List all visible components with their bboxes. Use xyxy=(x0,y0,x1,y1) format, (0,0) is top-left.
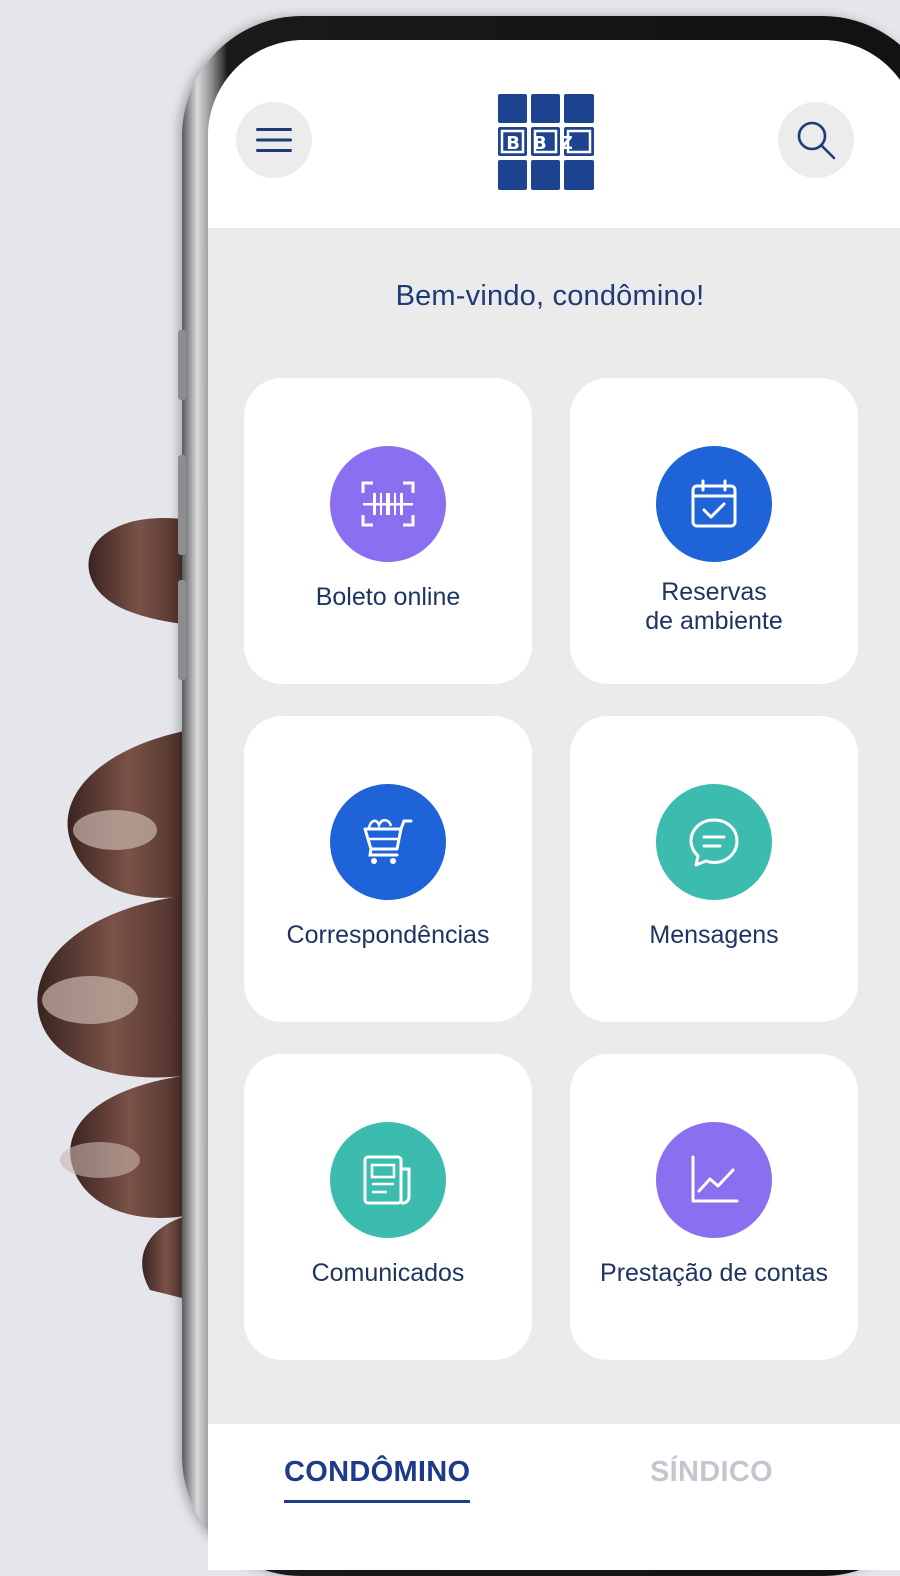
card-label: Mensagens xyxy=(649,921,779,949)
hamburger-menu-icon xyxy=(256,128,292,152)
card-prestacao-de-contas[interactable]: Prestação de contas xyxy=(570,1054,858,1360)
package-cart-icon xyxy=(330,784,446,900)
tab-label: SÍNDICO xyxy=(650,1456,773,1488)
card-label-line2: de ambiente xyxy=(645,607,783,635)
search-icon xyxy=(797,121,836,160)
line-chart-icon xyxy=(656,1122,772,1238)
app-header: BBZ xyxy=(208,40,900,228)
calendar-check-icon xyxy=(656,446,772,562)
card-mensagens[interactable]: Mensagens xyxy=(570,716,858,1022)
card-boleto-online[interactable]: Boleto online xyxy=(244,378,532,684)
menu-button[interactable] xyxy=(236,102,312,178)
logo-text: BBZ xyxy=(506,133,586,154)
tab-condomino[interactable]: CONDÔMINO xyxy=(284,1456,471,1503)
phone-side-button xyxy=(178,330,186,400)
card-comunicados[interactable]: Comunicados xyxy=(244,1054,532,1360)
card-label: Reservas xyxy=(661,578,767,606)
tab-sindico[interactable]: SÍNDICO xyxy=(650,1456,773,1489)
app-screen: BBZ Bem-vindo, condômino! Boleto online xyxy=(208,40,900,1570)
phone-side-button xyxy=(178,580,186,680)
active-tab-indicator xyxy=(284,1500,471,1503)
phone-side-button xyxy=(178,455,186,555)
card-label: Boleto online xyxy=(315,583,461,611)
welcome-heading: Bem-vindo, condômino! xyxy=(395,280,705,312)
bbz-logo: BBZ xyxy=(498,94,594,190)
card-label: Correspondências xyxy=(286,921,490,949)
newspaper-icon xyxy=(330,1122,446,1238)
barcode-scan-icon xyxy=(330,446,446,562)
card-label: Comunicados xyxy=(311,1259,465,1287)
tab-label: CONDÔMINO xyxy=(284,1456,471,1488)
search-button[interactable] xyxy=(778,102,854,178)
chat-bubble-icon xyxy=(656,784,772,900)
card-label: Prestação de contas xyxy=(600,1259,828,1287)
bottom-tab-bar: CONDÔMINO SÍNDICO xyxy=(208,1424,900,1570)
card-correspondencias[interactable]: Correspondências xyxy=(244,716,532,1022)
card-reservas-de-ambiente[interactable]: Reservas de ambiente xyxy=(570,378,858,684)
